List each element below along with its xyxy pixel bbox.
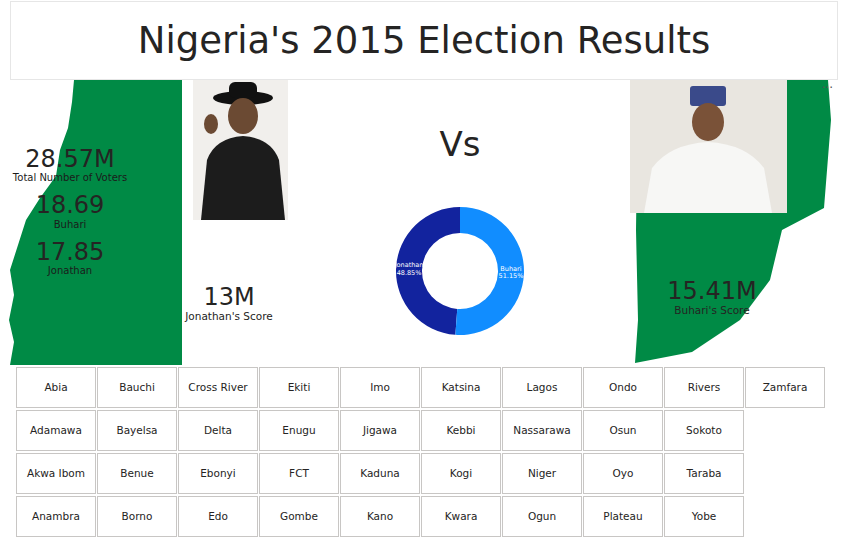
buhari-score-card: 15.41M Buhari's Score — [642, 278, 782, 317]
stat-value: 17.85 — [0, 239, 140, 265]
state-button[interactable]: Ondo — [583, 367, 663, 408]
slice-percent: 48.85% — [395, 269, 424, 276]
state-button[interactable]: Ebonyi — [178, 453, 258, 494]
jonathan-score: 13M — [169, 284, 289, 310]
state-button[interactable]: Anambra — [16, 496, 96, 537]
buhari-score-label: Buhari's Score — [642, 304, 782, 317]
state-button[interactable]: Imo — [340, 367, 420, 408]
comparison-panel: Vs Jonathan48.85% Buhari51.15% — [300, 80, 620, 365]
state-button[interactable]: Oyo — [583, 453, 663, 494]
stat-label: Jonathan — [0, 265, 140, 277]
slice-label: Buhari51.15% — [499, 265, 524, 280]
jonathan-panel: 13M Jonathan's Score — [182, 80, 300, 365]
stat-card: 28.57MTotal Number of Voters — [0, 146, 140, 184]
state-button[interactable]: Yobe — [664, 496, 744, 537]
voter-stats-panel: 28.57MTotal Number of Voters18.69Buhari1… — [0, 80, 182, 365]
state-button[interactable]: Benue — [97, 453, 177, 494]
state-button[interactable]: Abia — [16, 367, 96, 408]
state-button[interactable]: Rivers — [664, 367, 744, 408]
state-button[interactable]: Edo — [178, 496, 258, 537]
state-button[interactable]: Ekiti — [259, 367, 339, 408]
buhari-photo — [630, 80, 787, 213]
stat-card: 18.69Buhari — [0, 192, 140, 230]
state-button[interactable]: Delta — [178, 410, 258, 451]
map-shape-icon — [0, 80, 182, 365]
dashboard-title: Nigeria's 2015 Election Results — [10, 1, 838, 80]
state-button[interactable]: Sokoto — [664, 410, 744, 451]
state-button[interactable]: Taraba — [664, 453, 744, 494]
slice-name: Jonathan — [395, 262, 424, 269]
state-button[interactable]: Enugu — [259, 410, 339, 451]
state-button[interactable]: FCT — [259, 453, 339, 494]
title-text: Nigeria's 2015 Election Results — [138, 13, 711, 69]
state-button[interactable]: Gombe — [259, 496, 339, 537]
state-button[interactable]: Cross River — [178, 367, 258, 408]
state-button[interactable]: Plateau — [583, 496, 663, 537]
state-button[interactable]: Katsina — [421, 367, 501, 408]
state-button[interactable]: Kebbi — [421, 410, 501, 451]
state-button[interactable]: Nassarawa — [502, 410, 582, 451]
state-button[interactable]: Ogun — [502, 496, 582, 537]
state-button[interactable]: Borno — [97, 496, 177, 537]
stat-value: 28.57M — [0, 146, 140, 172]
versus-text: Vs — [440, 127, 481, 161]
jonathan-photo — [193, 80, 288, 220]
state-button[interactable]: Osun — [583, 410, 663, 451]
state-button[interactable]: Kaduna — [340, 453, 420, 494]
state-button[interactable]: Zamfara — [745, 367, 825, 408]
state-button[interactable]: Bayelsa — [97, 410, 177, 451]
state-button[interactable]: Kano — [340, 496, 420, 537]
buhari-panel: ··· 15.41M Buhari's Score — [620, 80, 843, 365]
state-button[interactable]: Niger — [502, 453, 582, 494]
state-button[interactable]: Adamawa — [16, 410, 96, 451]
stat-card: 17.85Jonathan — [0, 239, 140, 277]
person-icon — [630, 80, 787, 213]
jonathan-score-card: 13M Jonathan's Score — [169, 284, 289, 323]
state-button[interactable]: Lagos — [502, 367, 582, 408]
state-button[interactable]: Akwa Ibom — [16, 453, 96, 494]
stat-list: 28.57MTotal Number of Voters18.69Buhari1… — [0, 80, 140, 277]
donut-slice[interactable] — [455, 207, 524, 335]
person-icon — [193, 80, 288, 220]
buhari-score: 15.41M — [642, 278, 782, 304]
slice-name: Buhari — [499, 265, 524, 272]
slice-label: Jonathan48.85% — [395, 262, 424, 277]
main-panel: 28.57MTotal Number of Voters18.69Buhari1… — [0, 80, 843, 365]
stat-label: Buhari — [0, 219, 140, 231]
state-button[interactable]: Jigawa — [340, 410, 420, 451]
state-slicer: AbiaBauchiCross RiverEkitiImoKatsinaLago… — [16, 367, 843, 537]
state-button[interactable]: Kogi — [421, 453, 501, 494]
donut-chart[interactable]: Jonathan48.85% Buhari51.15% — [390, 201, 530, 341]
stat-label: Total Number of Voters — [0, 172, 140, 184]
jonathan-score-label: Jonathan's Score — [169, 310, 289, 323]
state-button[interactable]: Bauchi — [97, 367, 177, 408]
stat-value: 18.69 — [0, 192, 140, 218]
slice-percent: 51.15% — [499, 273, 524, 280]
more-options-button[interactable]: ··· — [822, 82, 833, 94]
state-button[interactable]: Kwara — [421, 496, 501, 537]
